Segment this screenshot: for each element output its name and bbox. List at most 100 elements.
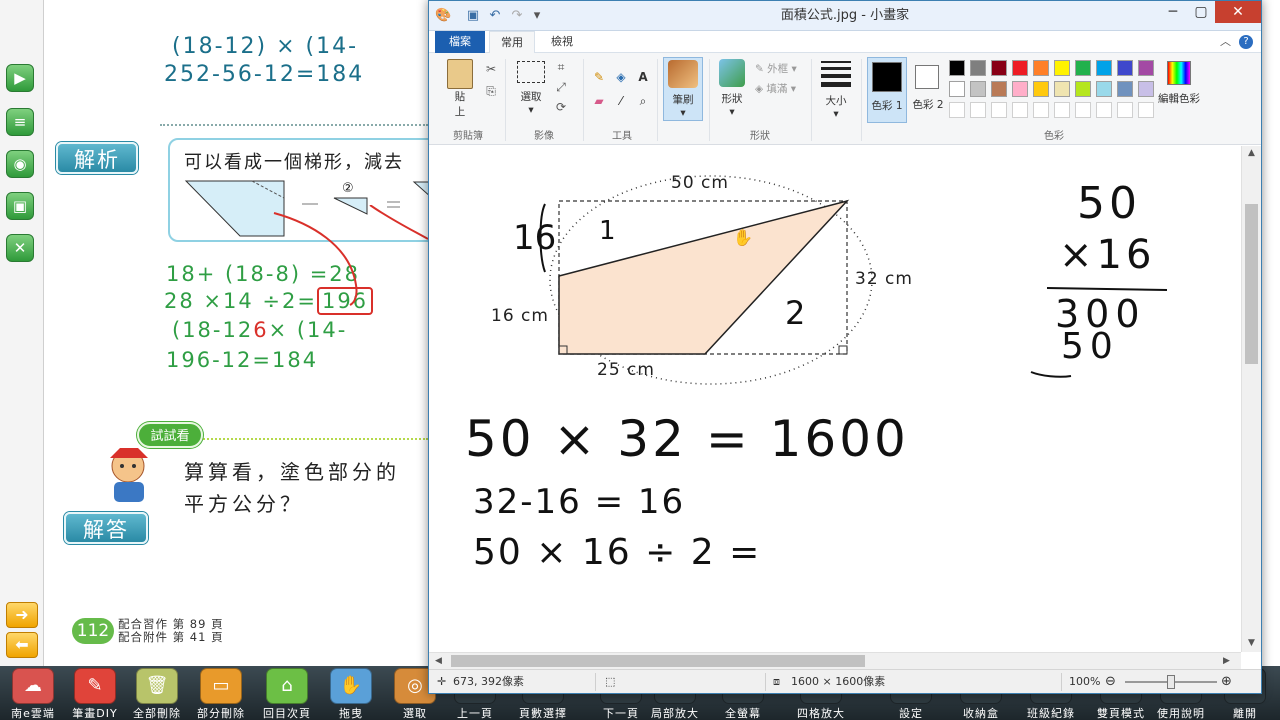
copy-icon[interactable]: ⎘ — [483, 83, 499, 99]
screen-icon[interactable]: ▣ — [6, 192, 34, 220]
dock-item-label: 收納盒 — [963, 707, 999, 720]
color2-button[interactable]: 色彩 2 — [909, 57, 947, 123]
magnifier-icon[interactable]: ⌕ — [635, 93, 651, 109]
color-swatch[interactable] — [1138, 102, 1154, 118]
color-swatch[interactable] — [1138, 60, 1154, 76]
horizontal-scrollbar[interactable]: ◀ ▶ — [429, 652, 1241, 669]
text-icon[interactable]: A — [635, 69, 651, 85]
separator — [709, 59, 710, 141]
scroll-up-icon[interactable]: ▲ — [1248, 148, 1255, 158]
maximize-icon[interactable]: ▢ — [1187, 1, 1215, 23]
zoom-slider-thumb[interactable] — [1167, 675, 1175, 689]
color-swatch[interactable] — [1054, 60, 1070, 76]
color-swatch[interactable] — [991, 102, 1007, 118]
color1-button[interactable]: 色彩 1 — [867, 57, 907, 123]
dock-item[interactable]: ⌂ 回目次頁 — [256, 666, 318, 720]
color-swatch[interactable] — [1075, 81, 1091, 97]
color-swatch[interactable] — [1096, 81, 1112, 97]
color-swatch[interactable] — [1075, 60, 1091, 76]
color-swatch[interactable] — [1054, 81, 1070, 97]
color-swatch[interactable] — [1012, 60, 1028, 76]
play-icon[interactable]: ▶ — [6, 64, 34, 92]
close-window-icon[interactable]: ✕ — [1215, 1, 1261, 23]
dropdown-icon: ▾ — [729, 106, 735, 118]
dock-item[interactable]: ▭ 部分刪除 — [190, 666, 252, 720]
color-swatch[interactable] — [949, 102, 965, 118]
dock-item[interactable]: ✋ 拖曳 — [320, 666, 382, 720]
circle-two-label: ② — [342, 181, 354, 196]
close-icon[interactable]: ✕ — [6, 234, 34, 262]
color-swatch[interactable] — [1096, 102, 1112, 118]
page-ref-line: 配合附件 第 41 頁 — [118, 630, 224, 644]
color-swatch[interactable] — [949, 81, 965, 97]
cut-icon[interactable]: ✂ — [483, 61, 499, 77]
dock-item-label: 離開 — [1233, 707, 1257, 720]
color-swatch[interactable] — [1096, 60, 1112, 76]
color-swatch[interactable] — [970, 81, 986, 97]
color-swatch[interactable] — [1033, 81, 1049, 97]
shapes-button[interactable]: 形狀 ▾ — [715, 59, 749, 118]
crop-icon[interactable]: ⌗ — [553, 59, 569, 75]
fill-icon[interactable]: ◈ — [613, 69, 629, 85]
separator — [583, 59, 584, 141]
tab-file[interactable]: 檔案 — [435, 31, 485, 53]
scroll-thumb[interactable] — [1245, 204, 1258, 364]
rotate-icon[interactable]: ⟳ — [553, 99, 569, 115]
web-icon[interactable]: ◉ — [6, 150, 34, 178]
group-label: 剪貼簿 — [453, 131, 483, 142]
prev-arrow-icon[interactable]: ⬅ — [6, 632, 38, 658]
pencil-icon[interactable]: ✎ — [591, 69, 607, 85]
tab-view[interactable]: 檢視 — [539, 31, 585, 53]
select-button[interactable]: 選取 ▾ — [513, 61, 549, 116]
equation-line: 252-56-12=184 — [164, 62, 365, 87]
color-swatch[interactable] — [991, 60, 1007, 76]
drawing-canvas[interactable]: ✋ 50 cm 32 cm 16 cm 25 cm 16 1 2 50 ×16 … — [429, 146, 1261, 664]
eraser-icon[interactable]: ▰ — [591, 93, 607, 109]
color-swatch[interactable] — [1138, 81, 1154, 97]
minimize-icon[interactable]: ─ — [1159, 1, 1187, 23]
color-swatch[interactable] — [1117, 81, 1133, 97]
color-swatch[interactable] — [970, 60, 986, 76]
tab-home[interactable]: 常用 — [489, 31, 535, 53]
color-swatch[interactable] — [1117, 60, 1133, 76]
scroll-left-icon[interactable]: ◀ — [435, 656, 442, 666]
ribbon-tabs: 檔案 常用 檢視 ︿ ? — [429, 31, 1261, 53]
color-picker-icon[interactable]: ⁄ — [613, 93, 629, 109]
color-swatch[interactable] — [1117, 102, 1133, 118]
help-icon[interactable]: ? — [1239, 35, 1253, 49]
handwritten-equation-3: 50 × 16 ÷ 2 = — [473, 532, 762, 573]
size-button[interactable]: 大小 ▾ — [819, 59, 853, 120]
scroll-down-icon[interactable]: ▼ — [1248, 638, 1255, 648]
color-swatch[interactable] — [1033, 102, 1049, 118]
brushes-button[interactable]: 筆刷 ▾ — [663, 57, 703, 121]
scroll-right-icon[interactable]: ▶ — [1223, 656, 1230, 666]
next-arrow-icon[interactable]: ➜ — [6, 602, 38, 628]
dock-item-label: 上一頁 — [457, 707, 493, 720]
scroll-thumb[interactable] — [451, 655, 865, 667]
dock-item[interactable]: 🗑 全部刪除 — [126, 666, 188, 720]
color-swatch[interactable] — [970, 102, 986, 118]
color-swatch[interactable] — [991, 81, 1007, 97]
paste-label-2: 上 — [454, 106, 466, 118]
zoom-out-icon[interactable]: ⊖ — [1105, 670, 1116, 694]
note-icon[interactable]: ≡ — [6, 108, 34, 136]
zoom-slider[interactable] — [1125, 670, 1217, 694]
vertical-scrollbar[interactable]: ▲ ▼ — [1241, 146, 1261, 652]
color-swatch[interactable] — [1012, 102, 1028, 118]
dock-item[interactable]: ✎ 筆畫DIY — [64, 666, 126, 720]
fill-button[interactable]: ◈ 填滿 ▾ — [755, 81, 796, 96]
paste-button[interactable]: 貼 上 — [443, 59, 477, 119]
color-swatch[interactable] — [1012, 81, 1028, 97]
outline-button[interactable]: ✎ 外框 ▾ — [755, 61, 797, 76]
resize-icon[interactable]: ⤢ — [553, 79, 569, 95]
dock-item-label: 全螢幕 — [725, 707, 761, 720]
edit-colors-button[interactable]: 編輯色彩 — [1155, 61, 1203, 106]
dock-item[interactable]: ☁ 南e雲端 — [2, 666, 64, 720]
color-swatch[interactable] — [1075, 102, 1091, 118]
color-swatch[interactable] — [1033, 60, 1049, 76]
collapse-ribbon-icon[interactable]: ︿ — [1220, 33, 1231, 49]
zoom-in-icon[interactable]: ⊕ — [1221, 670, 1232, 694]
color-swatch[interactable] — [1054, 102, 1070, 118]
cloud-icon: ☁ — [12, 668, 54, 704]
color-swatch[interactable] — [949, 60, 965, 76]
